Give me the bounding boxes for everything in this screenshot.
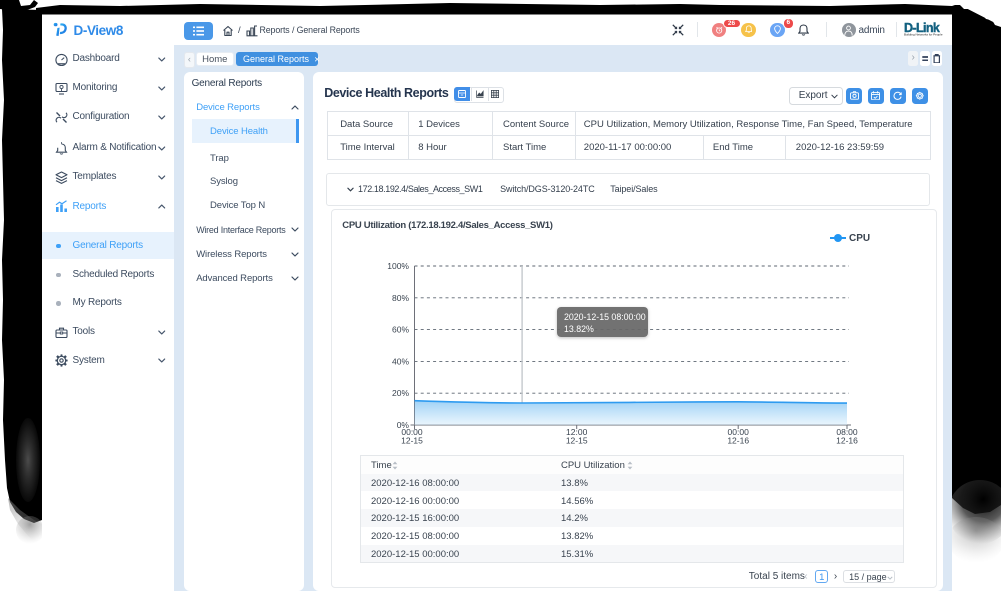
svg-text:20%: 20%: [392, 388, 409, 398]
svg-text:80%: 80%: [392, 293, 409, 303]
svg-text:Building Networks for People: Building Networks for People: [904, 33, 943, 36]
svg-text:12-16: 12-16: [727, 436, 749, 446]
svg-text:12-16: 12-16: [836, 436, 858, 446]
svg-text:100%: 100%: [387, 261, 409, 271]
svg-text:60%: 60%: [392, 325, 409, 335]
svg-text:12-15: 12-15: [401, 436, 423, 446]
svg-text:40%: 40%: [392, 356, 409, 366]
svg-text:12-15: 12-15: [566, 436, 588, 446]
